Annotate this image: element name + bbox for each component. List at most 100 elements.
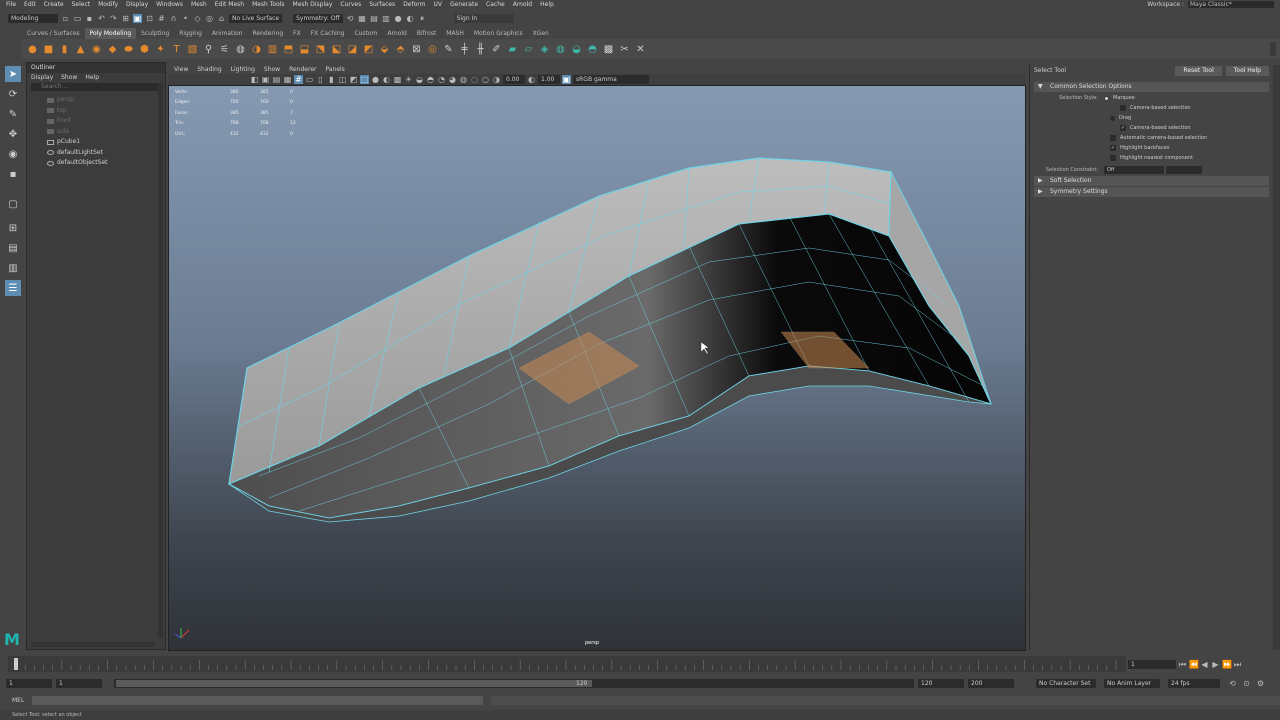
gamma-icon[interactable]: ◐ bbox=[527, 75, 536, 84]
menu-cache[interactable]: Cache bbox=[486, 1, 505, 8]
shelf-tab-fx[interactable]: FX bbox=[288, 28, 306, 39]
poly-disc-icon[interactable]: ⬬ bbox=[122, 43, 135, 56]
poly-torus-icon[interactable]: ◉ bbox=[90, 43, 103, 56]
range-slider-track[interactable]: 120 bbox=[114, 679, 914, 688]
shelf-tab-rendering[interactable]: Rendering bbox=[248, 28, 289, 39]
history-icon[interactable]: ⟲ bbox=[346, 14, 355, 23]
snap-grid-icon[interactable]: # bbox=[157, 14, 166, 23]
reset-tool-button[interactable]: Reset Tool bbox=[1175, 65, 1222, 76]
outliner-item[interactable]: defaultObjectSet bbox=[27, 158, 165, 169]
menu-arnold[interactable]: Arnold bbox=[513, 1, 532, 8]
fps-dropdown[interactable]: 24 fps bbox=[1168, 679, 1220, 688]
cut-uv-icon[interactable]: ✂ bbox=[618, 43, 631, 56]
merge-icon[interactable]: ◩ bbox=[362, 43, 375, 56]
lasso-tool-icon[interactable]: ⟳ bbox=[5, 86, 21, 102]
outliner-menu-help[interactable]: Help bbox=[85, 73, 99, 82]
bookmark-icon[interactable]: ▤ bbox=[272, 75, 281, 84]
vp-menu-lighting[interactable]: Lighting bbox=[231, 66, 255, 73]
workspace-dropdown[interactable]: Maya Classic* bbox=[1188, 1, 1274, 8]
field-chart-icon[interactable]: ◫ bbox=[338, 75, 347, 84]
vp-menu-shading[interactable]: Shading bbox=[197, 66, 221, 73]
side-tab-strip[interactable] bbox=[1273, 65, 1280, 650]
pause-icon[interactable]: ⏸ bbox=[418, 14, 427, 23]
playback-start-field[interactable]: 1 bbox=[56, 678, 102, 688]
platonic-solid-icon[interactable]: ⬢ bbox=[138, 43, 151, 56]
resolution-gate-icon[interactable]: ▯ bbox=[316, 75, 325, 84]
shelf-scroll[interactable] bbox=[1270, 42, 1276, 56]
shadows-icon[interactable]: ◒ bbox=[415, 75, 424, 84]
menu-mesh-tools[interactable]: Mesh Tools bbox=[252, 1, 284, 8]
camera-select-icon[interactable]: ◧ bbox=[250, 75, 259, 84]
live-surface-field[interactable]: No Live Surface bbox=[229, 13, 283, 23]
snap-surface-icon[interactable]: ◎ bbox=[205, 14, 214, 23]
open-scene-icon[interactable]: ▭ bbox=[73, 14, 82, 23]
command-input[interactable] bbox=[32, 695, 484, 705]
drag-radio[interactable] bbox=[1110, 115, 1115, 121]
boolean-icon[interactable]: ◑ bbox=[250, 43, 263, 56]
menu-uv[interactable]: UV bbox=[434, 1, 443, 8]
paint-select-icon[interactable]: ✎ bbox=[5, 106, 21, 122]
exposure-icon[interactable]: ◑ bbox=[492, 75, 501, 84]
mel-label[interactable]: MEL bbox=[12, 697, 24, 704]
shelf-tab-bifrost[interactable]: Bifrost bbox=[412, 28, 441, 39]
tool-help-button[interactable]: Tool Help bbox=[1225, 65, 1269, 76]
menu-create[interactable]: Create bbox=[44, 1, 64, 8]
unfold-icon[interactable]: ▰ bbox=[506, 43, 519, 56]
motion-blur-icon[interactable]: ◔ bbox=[437, 75, 446, 84]
section-symmetry-settings[interactable]: ▶ Symmetry Settings bbox=[1034, 187, 1269, 197]
menu-edit-mesh[interactable]: Edit Mesh bbox=[215, 1, 244, 8]
poly-cube-icon[interactable]: ■ bbox=[42, 43, 55, 56]
outliner-item[interactable]: front bbox=[27, 116, 165, 127]
cylindrical-map-icon[interactable]: ◍ bbox=[554, 43, 567, 56]
outliner-hscroll[interactable] bbox=[31, 642, 155, 647]
constraint-value-field[interactable] bbox=[1166, 166, 1202, 174]
go-to-end-icon[interactable]: ⏭ bbox=[1233, 660, 1242, 669]
film-gate-icon[interactable]: ▭ bbox=[305, 75, 314, 84]
camera-attr-icon[interactable]: ▣ bbox=[261, 75, 270, 84]
image-plane-icon[interactable]: ▦ bbox=[283, 75, 292, 84]
3d-viewport[interactable]: Verts: 385 385 0 Edges: 760 760 0 Faces: 385 385… bbox=[168, 85, 1026, 651]
shelf-tab-curves-surfaces[interactable]: Curves / Surfaces bbox=[22, 28, 85, 39]
menu-modify[interactable]: Modify bbox=[98, 1, 118, 8]
gamma-field[interactable]: 1.00 bbox=[538, 75, 560, 84]
collapse-icon[interactable]: ⬙ bbox=[378, 43, 391, 56]
shelf-tab-fx-caching[interactable]: FX Caching bbox=[306, 28, 350, 39]
view-transform-dropdown[interactable]: sRGB gamma bbox=[573, 75, 649, 84]
menu-mesh-display[interactable]: Mesh Display bbox=[293, 1, 333, 8]
four-view-icon[interactable]: ⊞ bbox=[5, 220, 21, 236]
grid-icon[interactable]: # bbox=[294, 75, 303, 84]
snap-curve-icon[interactable]: ∩ bbox=[169, 14, 178, 23]
svg-icon[interactable]: ▧ bbox=[186, 43, 199, 56]
checker-icon[interactable]: ▩ bbox=[602, 43, 615, 56]
poly-cylinder-icon[interactable]: ▮ bbox=[58, 43, 71, 56]
camera-based-drag-checkbox[interactable]: ✓ bbox=[1120, 125, 1126, 131]
outliner-search-input[interactable]: Search... bbox=[31, 83, 161, 91]
ipr-render-icon[interactable]: ▤ bbox=[370, 14, 379, 23]
menu-help[interactable]: Help bbox=[540, 1, 554, 8]
highlight-nearest-checkbox[interactable] bbox=[1110, 155, 1116, 161]
vp-menu-show[interactable]: Show bbox=[264, 66, 280, 73]
layout-side-icon[interactable]: ▤ bbox=[5, 240, 21, 256]
select-tool-icon[interactable]: ➤ bbox=[5, 66, 21, 82]
gate-mask-icon[interactable]: ▮ bbox=[327, 75, 336, 84]
xray-icon[interactable]: ◌ bbox=[470, 75, 479, 84]
aa-icon[interactable]: ◕ bbox=[448, 75, 457, 84]
xray-joints-icon[interactable]: ○ bbox=[481, 75, 490, 84]
vp-menu-panels[interactable]: Panels bbox=[325, 66, 344, 73]
make-live-icon[interactable]: ⌂ bbox=[217, 14, 226, 23]
step-forward-icon[interactable]: ⏩ bbox=[1222, 660, 1232, 669]
vp-menu-renderer[interactable]: Renderer bbox=[289, 66, 316, 73]
play-icon[interactable]: ▶ bbox=[1211, 660, 1220, 669]
wireframe-on-shaded-icon[interactable]: ⬚ bbox=[360, 75, 369, 84]
range-slider-handle[interactable] bbox=[116, 680, 592, 687]
extrude-icon[interactable]: ⬒ bbox=[282, 43, 295, 56]
insert-edge-loop-icon[interactable]: ╪ bbox=[458, 43, 471, 56]
spherical-map-icon[interactable]: ◒ bbox=[570, 43, 583, 56]
component-mode-icon[interactable]: ⊡ bbox=[145, 14, 154, 23]
loop-icon[interactable]: ⟲ bbox=[1228, 679, 1237, 688]
marquee-radio[interactable] bbox=[1104, 95, 1109, 101]
shelf-tab-rigging[interactable]: Rigging bbox=[174, 28, 207, 39]
hierarchy-mode-icon[interactable]: ⊞ bbox=[121, 14, 130, 23]
safe-action-icon[interactable]: ◩ bbox=[349, 75, 358, 84]
menu-generate[interactable]: Generate bbox=[450, 1, 478, 8]
